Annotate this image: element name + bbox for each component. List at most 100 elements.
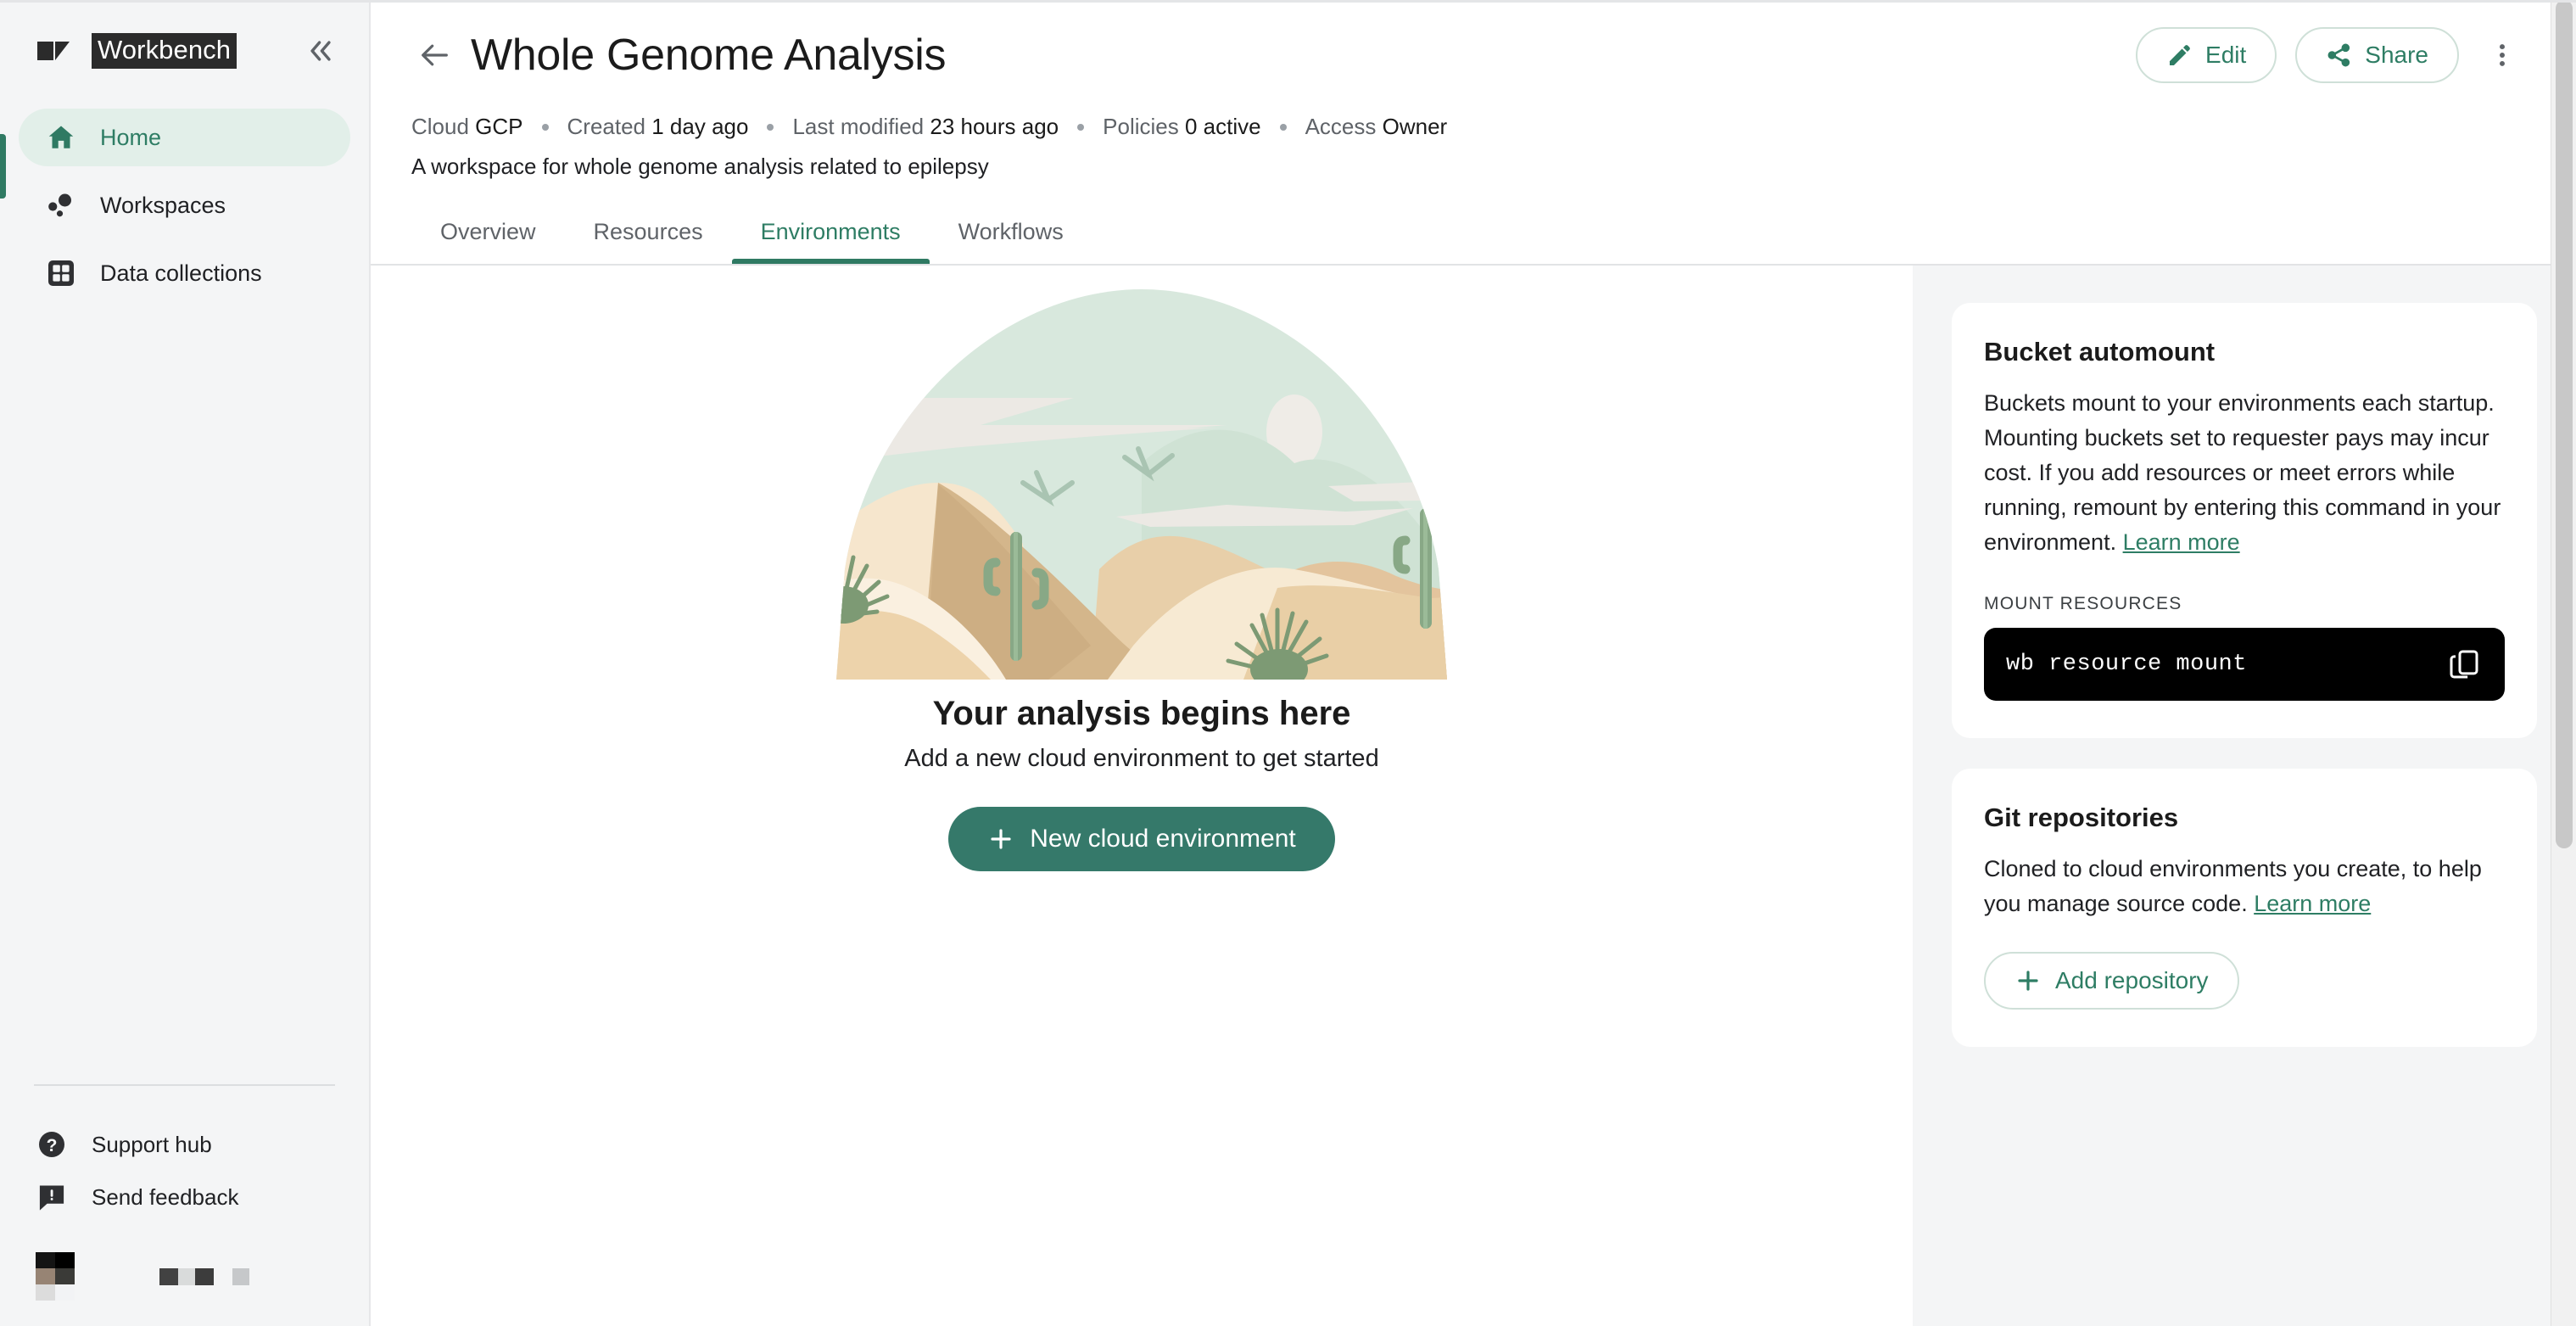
share-button-label: Share (2365, 42, 2428, 68)
share-button[interactable]: Share (2295, 27, 2459, 83)
copy-command-button[interactable] (2445, 646, 2483, 683)
card-title: Bucket automount (1984, 337, 2216, 366)
learn-more-link[interactable]: Learn more (2254, 891, 2371, 916)
share-nodes-icon (2327, 43, 2350, 67)
tab-label: Workflows (958, 219, 1064, 244)
right-info-panel: Bucket automount Buckets mount to your e… (1913, 266, 2576, 1326)
add-repository-label: Add repository (2055, 967, 2209, 994)
meta-key: Last modified (792, 114, 925, 139)
brand-name: Workbench (92, 32, 237, 70)
meta-key: Access (1305, 114, 1377, 139)
header-actions: Edit Share (2136, 27, 2535, 83)
plus-icon (2018, 971, 2038, 991)
sidebar-item-send-feedback[interactable]: Send feedback (0, 1171, 369, 1223)
edit-button[interactable]: Edit (2136, 27, 2277, 83)
tab-bar: Overview Resources Environments Workflow… (371, 180, 2576, 264)
edit-button-label: Edit (2205, 42, 2247, 68)
grid-icon (44, 256, 78, 290)
sidebar-item-label: Support hub (92, 1131, 212, 1157)
meta-value: 0 active (1184, 114, 1261, 139)
tab-label: Overview (440, 219, 536, 244)
card-title: Git repositories (1984, 803, 2179, 833)
chevron-double-left-icon (310, 41, 331, 61)
card-body: Cloned to cloud environments you create,… (1984, 852, 2505, 921)
card-body-text: Cloned to cloud environments you create,… (1984, 856, 2482, 917)
kebab-menu-icon (2500, 44, 2505, 66)
git-repositories-card: Git repositories Cloned to cloud environ… (1952, 769, 2537, 1048)
pencil-icon (2170, 45, 2190, 65)
learn-more-link[interactable]: Learn more (2123, 529, 2240, 555)
tab-environments[interactable]: Environments (731, 205, 930, 264)
sidebar-divider (34, 1084, 335, 1086)
svg-text:?: ? (47, 1136, 58, 1155)
user-account-row[interactable] (0, 1223, 369, 1301)
workbench-logo-icon (37, 42, 70, 60)
new-cloud-environment-button[interactable]: New cloud environment (948, 807, 1335, 871)
back-button[interactable] (411, 31, 459, 79)
mount-command-text: wb resource mount (2006, 652, 2247, 678)
sidebar-header: Workbench (0, 0, 369, 73)
add-repository-button[interactable]: Add repository (1984, 952, 2239, 1010)
page-scrollbar[interactable] (2551, 0, 2576, 1326)
sidebar-item-label: Workspaces (100, 192, 226, 218)
cta-label: New cloud environment (1030, 825, 1296, 853)
sidebar-nav: Home Workspaces Data collections (0, 109, 369, 312)
empty-state-title: Your analysis begins here (932, 695, 1351, 732)
workspace-meta: Cloud GCP Created 1 day ago Last modifie… (371, 85, 2576, 140)
workspace-description: A workspace for whole genome analysis re… (411, 154, 989, 179)
sidebar-item-label: Data collections (100, 260, 262, 286)
meta-value: 23 hours ago (930, 114, 1059, 139)
sidebar-item-data-collections[interactable]: Data collections (19, 244, 350, 302)
feedback-chat-icon (36, 1181, 68, 1213)
meta-separator-dot (1279, 123, 1287, 131)
meta-separator-dot (767, 123, 774, 131)
app-root: Workbench Home Workspaces Data collectio… (0, 0, 2576, 1326)
collapse-sidebar-button[interactable] (301, 31, 340, 70)
page-title: Whole Genome Analysis (471, 31, 947, 80)
sidebar-item-label: Home (100, 124, 162, 150)
workspaces-dots-icon (44, 188, 78, 222)
user-name-redacted (159, 1267, 249, 1285)
sidebar-item-home[interactable]: Home (19, 109, 350, 166)
desert-dunes-cactus-arch-illustration (836, 289, 1447, 680)
sidebar-item-support-hub[interactable]: ? Support hub (0, 1118, 369, 1171)
question-mark-circle-icon: ? (36, 1128, 68, 1161)
meta-value: GCP (475, 114, 523, 139)
tab-resources[interactable]: Resources (565, 205, 732, 264)
mount-command-box: wb resource mount (1984, 628, 2505, 702)
meta-value: 1 day ago (651, 114, 749, 139)
sidebar-item-workspaces[interactable]: Workspaces (19, 176, 350, 234)
empty-state-subtitle: Add a new cloud environment to get start… (904, 745, 1379, 772)
card-body: Buckets mount to your environments each … (1984, 386, 2505, 560)
card-body-text: Buckets mount to your environments each … (1984, 390, 2501, 556)
bucket-automount-card: Bucket automount Buckets mount to your e… (1952, 303, 2537, 739)
meta-key: Cloud (411, 114, 469, 139)
tab-label: Resources (593, 219, 703, 244)
content-split: Your analysis begins here Add a new clou… (371, 266, 2576, 1326)
meta-key: Created (567, 114, 646, 139)
sidebar-item-label: Send feedback (92, 1183, 239, 1210)
meta-separator-dot (1077, 123, 1085, 131)
left-sidebar: Workbench Home Workspaces Data collectio… (0, 0, 371, 1326)
mount-resources-label: MOUNT RESOURCES (1984, 594, 2182, 614)
arrow-left-icon (422, 44, 448, 66)
meta-value: Owner (1382, 114, 1448, 139)
meta-key: Policies (1103, 114, 1179, 139)
meta-separator-dot (541, 123, 549, 131)
copy-icon (2450, 650, 2478, 679)
page-header: Whole Genome Analysis Edit Share Cloud G… (371, 0, 2576, 266)
home-icon (44, 120, 78, 154)
window-top-border (0, 0, 2576, 3)
scrollbar-thumb[interactable] (2556, 0, 2573, 848)
more-options-button[interactable] (2478, 31, 2527, 80)
empty-state: Your analysis begins here Add a new clou… (768, 289, 1515, 871)
tab-label: Environments (760, 219, 901, 244)
main-content: Whole Genome Analysis Edit Share Cloud G… (371, 0, 2576, 1326)
active-nav-indicator (0, 134, 6, 199)
title-row: Whole Genome Analysis Edit Share (371, 25, 2576, 85)
tab-workflows[interactable]: Workflows (930, 205, 1092, 264)
plus-icon (991, 829, 1011, 849)
tab-overview[interactable]: Overview (411, 205, 565, 264)
sidebar-footer: ? Support hub Send feedback (0, 1084, 369, 1326)
environments-pane: Your analysis begins here Add a new clou… (371, 266, 1913, 1326)
